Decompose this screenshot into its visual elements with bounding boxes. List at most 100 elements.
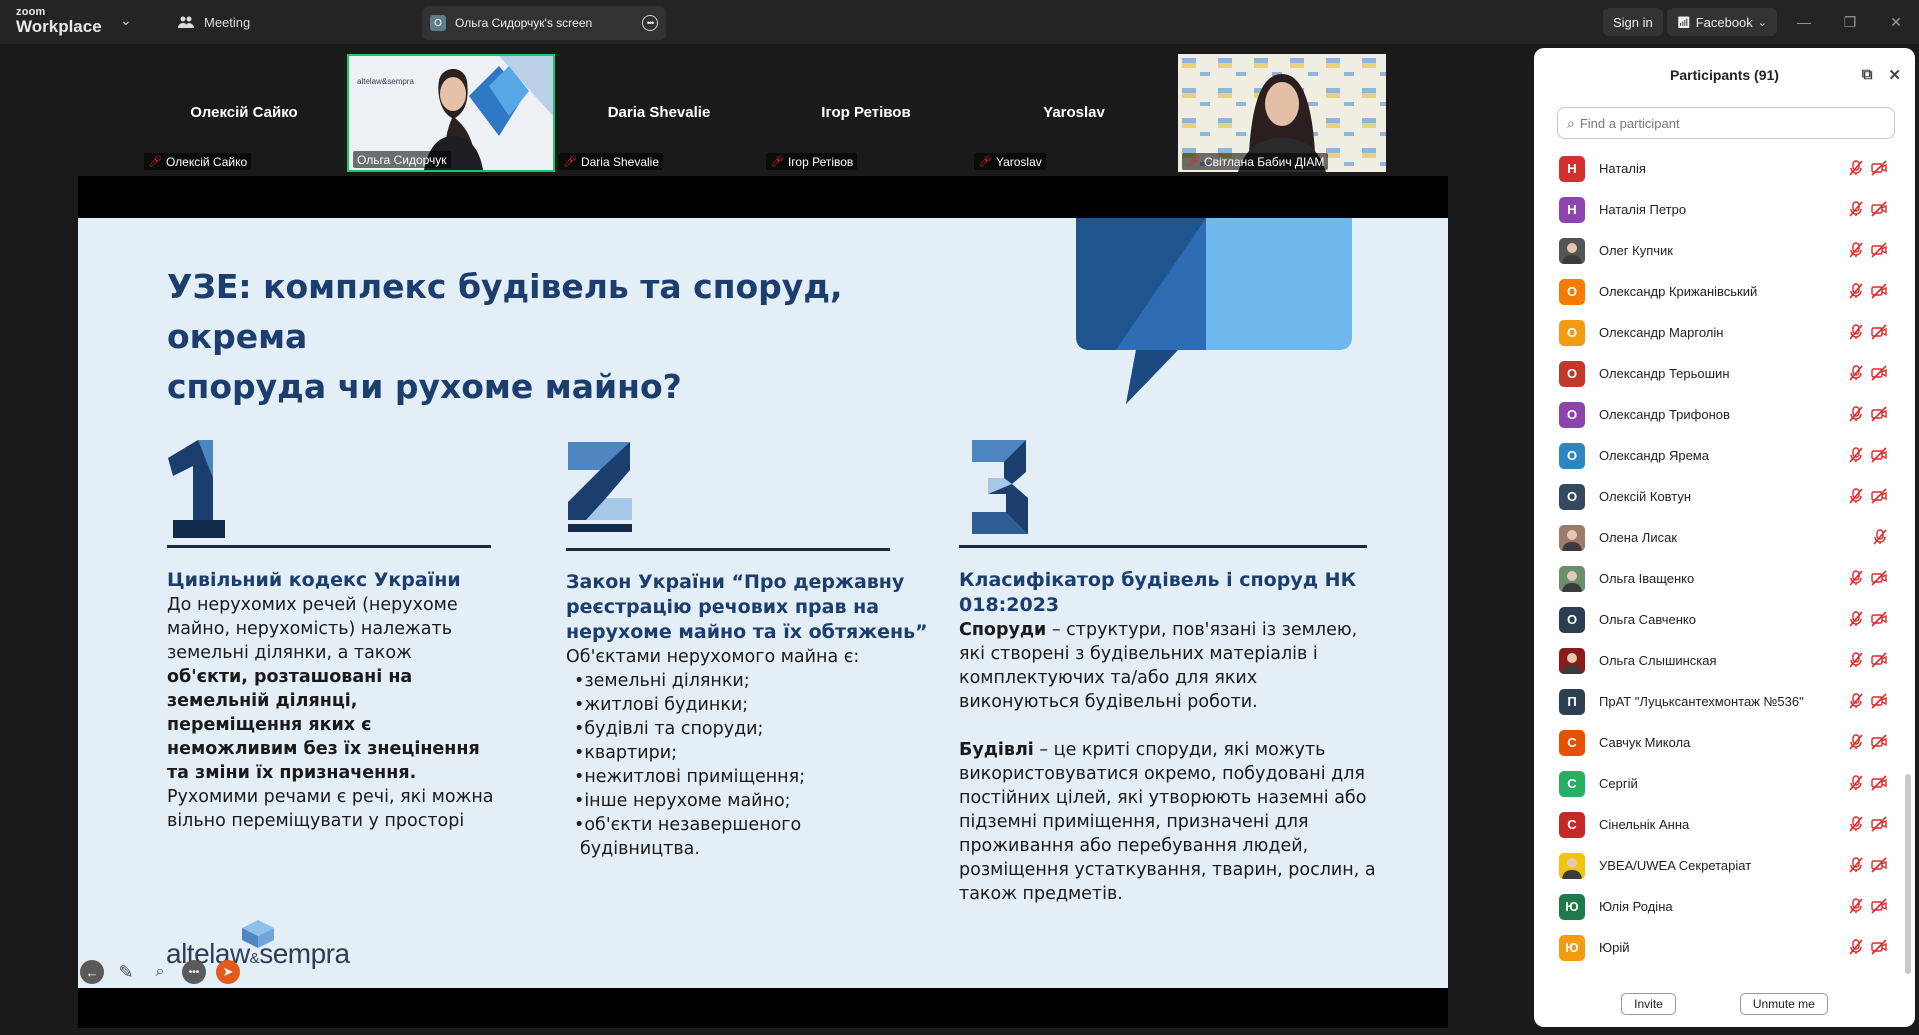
participant-name: Олексій Ковтун (1599, 489, 1692, 504)
pen-icon[interactable]: ✎ (114, 960, 138, 984)
avatar: Н (1559, 196, 1585, 223)
participant-row[interactable]: О Олександр Марголін (1534, 312, 1915, 353)
list-item: •будівлі та споруди; (574, 719, 764, 739)
column-1-heading: Цивільний кодекс України (167, 569, 461, 591)
column-3-p2-text: – це криті споруди, які можуть використо… (959, 740, 1376, 904)
participant-row[interactable]: Н Наталія Петро (1534, 189, 1915, 230)
column-1-p1-bold: об'єкти, розташовані на земельній ділянц… (167, 667, 480, 783)
facebook-button[interactable]: 📶︎ Facebook ⌄ (1666, 8, 1777, 36)
mic-off-icon (1849, 693, 1863, 709)
video-tile[interactable]: Yaroslav 🎤︎ Yaroslav (970, 54, 1178, 172)
mic-off-icon (1849, 324, 1863, 340)
avatar: О (1559, 442, 1585, 469)
column-3-p1-bold: Споруди (959, 620, 1047, 640)
participant-name: Сергій (1599, 776, 1638, 791)
video-tile[interactable]: Олексій Сайко 🎤︎ Олексій Сайко (140, 54, 348, 172)
participant-row[interactable]: О Ольга Савченко (1534, 599, 1915, 640)
participant-row[interactable]: Ольга Іващенко (1534, 558, 1915, 599)
participant-name: Наталія Петро (1599, 202, 1687, 217)
video-off-icon (1871, 365, 1887, 381)
scrollbar[interactable] (1905, 774, 1911, 974)
more-options-icon[interactable]: ••• (642, 15, 658, 31)
column-classifier: Класифікатор будівель і споруд НК 018:20… (959, 568, 1379, 906)
participant-row[interactable]: Ю Юлія Родіна (1534, 886, 1915, 927)
sign-in-button[interactable]: Sign in (1602, 8, 1663, 36)
participant-status-icons (1849, 324, 1887, 340)
avatar: П (1559, 688, 1585, 715)
chevron-down-icon[interactable]: ⌄ (120, 12, 132, 29)
titlebar-right: Sign in 📶︎ Facebook ⌄ — ❐ ✕ (1602, 0, 1919, 44)
video-off-icon (1871, 857, 1887, 873)
participant-row[interactable]: Олена Лисак (1534, 517, 1915, 558)
video-off-icon (1871, 324, 1887, 340)
mic-off-icon (1849, 775, 1863, 791)
participant-row[interactable]: П ПрАТ "Луцьксантехмонтаж №536" (1534, 681, 1915, 722)
participant-row[interactable]: УВЕА/UWEA Секретаріат (1534, 845, 1915, 886)
video-tile[interactable]: Ігор Ретівов 🎤︎ Ігор Ретівов (762, 54, 970, 172)
participant-row[interactable]: С Сінельнік Анна (1534, 804, 1915, 845)
column-divider-2 (566, 548, 890, 551)
video-tile-active-speaker[interactable]: altelaw&sempra Ольга Сидорчук (347, 54, 555, 172)
search-icon[interactable]: ⌕ (148, 960, 172, 984)
svg-text:altelaw&sempra: altelaw&sempra (357, 77, 414, 86)
tab-shared-screen[interactable]: О Ольга Сидорчук's screen ••• (422, 6, 666, 40)
participant-name: ПрАТ "Луцьксантехмонтаж №536" (1599, 694, 1804, 709)
participant-status-icons (1849, 242, 1887, 258)
tile-label-text: Yaroslav (995, 154, 1042, 169)
avatar: Ю (1559, 893, 1585, 920)
invite-button[interactable]: Invite (1621, 993, 1676, 1015)
participant-row[interactable]: О Олександр Крижанівський (1534, 271, 1915, 312)
unmute-button[interactable]: Unmute me (1739, 993, 1828, 1015)
pop-out-icon[interactable]: ⧉ (1862, 66, 1873, 84)
mic-off-icon (1849, 816, 1863, 832)
participant-status-icons (1849, 857, 1887, 873)
mic-off-icon: 🎤︎ (148, 156, 162, 168)
participant-row[interactable]: С Савчук Микола (1534, 722, 1915, 763)
search-input[interactable] (1579, 115, 1885, 131)
avatar: О (1559, 483, 1585, 510)
participant-row[interactable]: С Сергій (1534, 763, 1915, 804)
avatar: С (1559, 811, 1585, 838)
mic-off-icon (1849, 201, 1863, 217)
tile-label-text: Олексій Сайко (165, 154, 248, 169)
close-icon[interactable]: ✕ (1873, 14, 1919, 31)
participant-status-icons (1849, 652, 1887, 668)
mic-off-icon (1849, 898, 1863, 914)
number-1-graphic (168, 440, 225, 538)
video-tile[interactable]: Daria Shevalie 🎤︎ Daria Shevalie (555, 54, 763, 172)
close-icon[interactable]: ✕ (1888, 66, 1901, 84)
tile-label: 🎤︎ Yaroslav (974, 153, 1046, 170)
column-1-p1: До нерухомих речей (нерухоме майно, неру… (167, 595, 458, 663)
sign-in-label: Sign in (1612, 14, 1653, 30)
more-options-icon[interactable]: ••• (182, 960, 206, 984)
restore-icon[interactable]: ❐ (1827, 14, 1873, 31)
minimize-icon[interactable]: — (1781, 14, 1827, 30)
participant-row[interactable]: О Олександр Терьошин (1534, 353, 1915, 394)
mic-off-icon (1849, 611, 1863, 627)
participant-row[interactable]: Олег Купчик (1534, 230, 1915, 271)
back-arrow-icon[interactable]: ← (80, 960, 104, 984)
number-2-graphic (568, 442, 632, 532)
mic-off-icon: 🎤︎ (770, 156, 784, 168)
list-item: •інше нерухоме майно; (574, 791, 791, 811)
list-item: будівництва. (580, 839, 700, 859)
tab-meeting[interactable]: Meeting (168, 8, 260, 36)
video-tile[interactable]: 🎤︎ Світлана Бабич ДІАМ (1178, 54, 1386, 172)
participant-search[interactable]: ⌕ (1557, 107, 1895, 139)
mic-off-icon (1849, 283, 1863, 299)
participant-row[interactable]: Ю Юрій (1534, 927, 1915, 968)
participant-status-icons (1849, 447, 1887, 463)
participant-name: Олександр Ярема (1599, 448, 1709, 463)
participant-row[interactable]: Ольга Слышинская (1534, 640, 1915, 681)
participant-row[interactable]: О Олександр Ярема (1534, 435, 1915, 476)
zoom-workplace-logo[interactable]: zoom Workplace (16, 7, 102, 36)
participant-row[interactable]: О Олексій Ковтун (1534, 476, 1915, 517)
participant-row[interactable]: Н Наталія (1534, 148, 1915, 189)
participants-panel: Participants (91) ⧉ ✕ ⌕ Н Наталія Н Наталія… (1534, 48, 1915, 1027)
participant-row[interactable]: О Олександр Трифонов (1534, 394, 1915, 435)
mic-off-icon (1873, 529, 1887, 545)
slide-title: УЗЕ: комплекс будівель та споруд, окрема… (167, 267, 843, 406)
pointer-icon[interactable]: ➤ (216, 960, 240, 984)
list-item: •об'єкти незавершеного (574, 815, 802, 835)
avatar-photo (1559, 565, 1585, 592)
